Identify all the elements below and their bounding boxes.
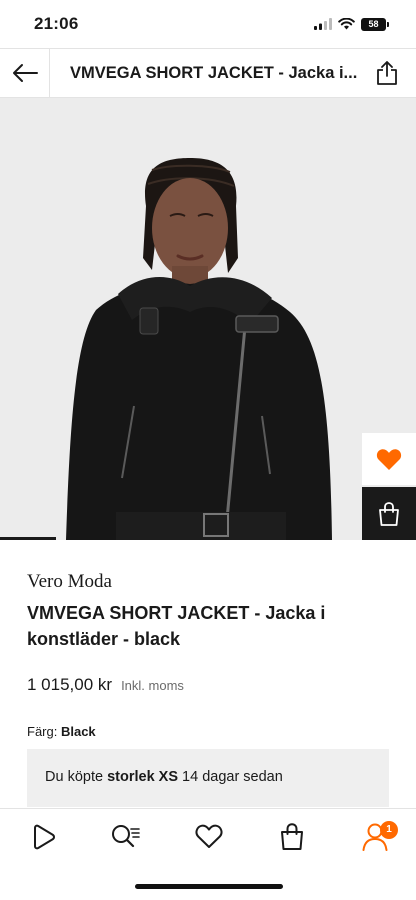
play-icon xyxy=(34,824,55,849)
color-value: Black xyxy=(60,724,96,739)
bottom-tab-bar: 1 xyxy=(0,808,416,864)
tab-search[interactable] xyxy=(109,820,143,854)
tab-profile[interactable]: 1 xyxy=(358,820,398,854)
back-button[interactable] xyxy=(0,49,50,97)
price-row: 1 015,00 kr Inkl. moms xyxy=(27,675,184,695)
product-title: VMVEGA SHORT JACKET - Jacka i konstläder… xyxy=(27,603,326,649)
wishlist-button[interactable] xyxy=(362,433,416,485)
arrow-left-icon xyxy=(12,64,38,82)
battery-icon: 58 xyxy=(361,17,389,31)
status-time: 21:06 xyxy=(34,14,79,33)
color-row: Färg: Black xyxy=(27,724,96,739)
price: 1 015,00 kr xyxy=(27,675,113,694)
brand-name[interactable]: Vero Moda xyxy=(27,571,112,593)
recent-purchase-notice: Du köpte storlek XS 14 dagar sedan xyxy=(27,749,389,807)
profile-notification-badge: 1 xyxy=(380,820,398,839)
shopping-bag-icon xyxy=(379,501,399,526)
status-icons: 58 xyxy=(314,17,389,31)
share-button[interactable] xyxy=(358,49,416,97)
header-title: VMVEGA SHORT JACKET - Jacka i... xyxy=(50,64,358,83)
add-to-bag-button[interactable] xyxy=(362,487,416,540)
tab-bag[interactable] xyxy=(275,820,309,854)
search-icon xyxy=(112,824,140,847)
status-bar: 21:06 58 xyxy=(0,0,416,48)
home-indicator[interactable] xyxy=(135,884,283,889)
heart-icon xyxy=(376,448,402,470)
tab-wishlist[interactable] xyxy=(192,820,226,854)
tab-discover[interactable] xyxy=(26,820,60,854)
header-title-text: VMVEGA SHORT JACKET - Jacka i... xyxy=(70,63,358,82)
recent-purchase-prefix: Du köpte xyxy=(45,769,104,785)
signal-icon xyxy=(314,18,332,30)
recent-purchase-suffix: 14 dagar sedan xyxy=(182,769,283,785)
product-image[interactable] xyxy=(0,98,416,540)
share-icon xyxy=(377,61,397,85)
color-label: Färg: xyxy=(27,724,58,739)
heart-outline-icon xyxy=(195,824,223,848)
product-header: VMVEGA SHORT JACKET - Jacka i... xyxy=(0,48,416,98)
shopping-bag-outline-icon xyxy=(281,823,303,850)
image-progress-indicator xyxy=(0,537,56,540)
price-vat-note: Inkl. moms xyxy=(121,678,184,693)
wifi-icon xyxy=(338,18,355,30)
product-photo xyxy=(66,158,332,540)
recent-purchase-size: storlek XS xyxy=(107,769,178,785)
